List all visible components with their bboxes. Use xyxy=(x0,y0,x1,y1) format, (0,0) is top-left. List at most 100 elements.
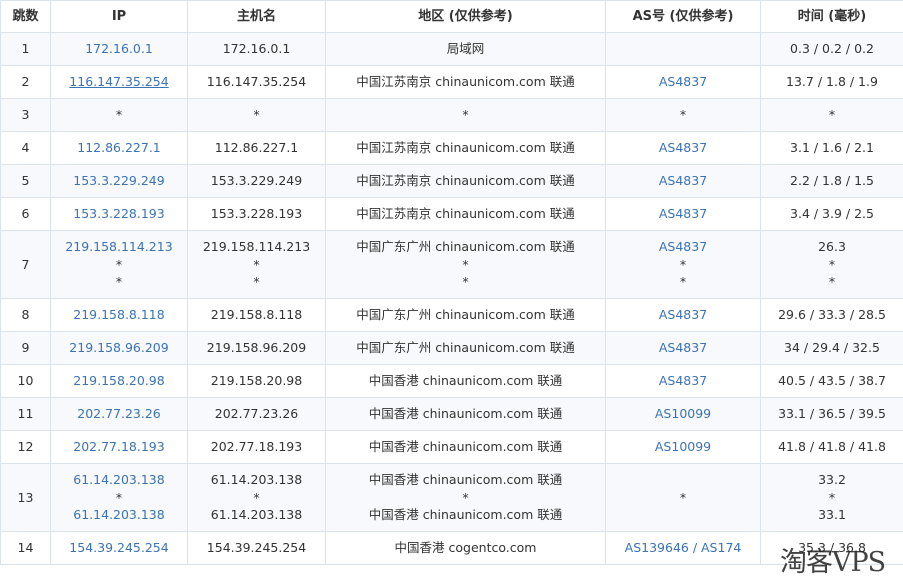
region-cell: 中国香港 chinaunicom.com 联通 xyxy=(326,398,606,431)
hostname-line: * xyxy=(190,256,323,274)
time-cell-multi: 33.2 * 33.1 xyxy=(761,464,903,532)
hop-cell: 9 xyxy=(1,332,51,365)
region-cell: 中国江苏南京 chinaunicom.com 联通 xyxy=(326,66,606,99)
region-cell: * xyxy=(326,99,606,132)
hop-cell: 8 xyxy=(1,299,51,332)
asn-link[interactable]: AS4837 xyxy=(606,299,761,332)
ip-link[interactable]: 61.14.203.138 xyxy=(53,506,185,524)
hop-cell: 11 xyxy=(1,398,51,431)
asn-link[interactable]: AS10099 xyxy=(606,431,761,464)
time-line: 33.2 xyxy=(763,471,901,489)
hostname-cell: 116.147.35.254 xyxy=(188,66,326,99)
time-line: * xyxy=(763,489,901,507)
asn-link[interactable]: AS4837 xyxy=(606,365,761,398)
ip-link[interactable]: 219.158.96.209 xyxy=(51,332,188,365)
asn-link[interactable]: AS4837 xyxy=(606,132,761,165)
asn-link[interactable]: AS4837 xyxy=(606,332,761,365)
asn-link[interactable]: AS4837 xyxy=(608,238,758,256)
table-row: 13 61.14.203.138 * 61.14.203.138 61.14.2… xyxy=(1,464,903,532)
ip-link[interactable]: 154.39.245.254 xyxy=(51,532,188,565)
table-row: 14 154.39.245.254 154.39.245.254 中国香港 co… xyxy=(1,532,903,565)
table-header-row: 跳数 IP 主机名 地区 (仅供参考) AS号 (仅供参考) 时间 (毫秒) xyxy=(1,1,903,33)
region-cell: 中国江苏南京 chinaunicom.com 联通 xyxy=(326,132,606,165)
table-row: 4 112.86.227.1 112.86.227.1 中国江苏南京 china… xyxy=(1,132,903,165)
hostname-cell: 154.39.245.254 xyxy=(188,532,326,565)
time-cell: 29.6 / 33.3 / 28.5 xyxy=(761,299,903,332)
region-cell: 中国香港 chinaunicom.com 联通 xyxy=(326,431,606,464)
asn-cell xyxy=(606,33,761,66)
asn-link[interactable]: AS139646 / AS174 xyxy=(606,532,761,565)
hostname-line: 61.14.203.138 xyxy=(190,506,323,524)
hop-cell: 5 xyxy=(1,165,51,198)
ip-cell-multi: 61.14.203.138 * 61.14.203.138 xyxy=(51,464,188,532)
asn-link[interactable]: AS4837 xyxy=(606,198,761,231)
region-line: * xyxy=(328,256,603,274)
header-hostname: 主机名 xyxy=(188,1,326,33)
hostname-cell: 172.16.0.1 xyxy=(188,33,326,66)
time-cell: 33.1 / 36.5 / 39.5 xyxy=(761,398,903,431)
hostname-cell-multi: 219.158.114.213 * * xyxy=(188,231,326,299)
asn-cell-multi: * xyxy=(606,464,761,532)
region-line: 中国香港 chinaunicom.com 联通 xyxy=(328,471,603,489)
table-row: 10 219.158.20.98 219.158.20.98 中国香港 chin… xyxy=(1,365,903,398)
hostname-cell: 219.158.20.98 xyxy=(188,365,326,398)
ip-link[interactable]: 202.77.23.26 xyxy=(51,398,188,431)
ip-line: * xyxy=(53,273,185,291)
hop-cell: 10 xyxy=(1,365,51,398)
asn-link[interactable]: AS4837 xyxy=(606,66,761,99)
time-cell: 2.2 / 1.8 / 1.5 xyxy=(761,165,903,198)
hostname-cell: 112.86.227.1 xyxy=(188,132,326,165)
hostname-line: 219.158.114.213 xyxy=(190,238,323,256)
asn-line: * xyxy=(608,256,758,274)
hop-cell: 6 xyxy=(1,198,51,231)
ip-link[interactable]: 116.147.35.254 xyxy=(51,66,188,99)
time-cell: 41.8 / 41.8 / 41.8 xyxy=(761,431,903,464)
ip-link[interactable]: 153.3.228.193 xyxy=(51,198,188,231)
hop-cell: 4 xyxy=(1,132,51,165)
ip-link[interactable]: 219.158.20.98 xyxy=(51,365,188,398)
ip-link[interactable]: 219.158.8.118 xyxy=(51,299,188,332)
ip-line: * xyxy=(53,489,185,507)
region-cell-multi: 中国香港 chinaunicom.com 联通 * 中国香港 chinaunic… xyxy=(326,464,606,532)
asn-line: * xyxy=(608,273,758,291)
hop-cell: 13 xyxy=(1,464,51,532)
hostname-line: 61.14.203.138 xyxy=(190,471,323,489)
hostname-cell: 153.3.228.193 xyxy=(188,198,326,231)
ip-link[interactable]: 219.158.114.213 xyxy=(53,238,185,256)
table-row: 6 153.3.228.193 153.3.228.193 中国江苏南京 chi… xyxy=(1,198,903,231)
region-cell: 中国香港 chinaunicom.com 联通 xyxy=(326,365,606,398)
traceroute-table: 跳数 IP 主机名 地区 (仅供参考) AS号 (仅供参考) 时间 (毫秒) 1… xyxy=(0,0,903,565)
time-line: * xyxy=(763,273,901,291)
ip-link[interactable]: 172.16.0.1 xyxy=(51,33,188,66)
header-time: 时间 (毫秒) xyxy=(761,1,903,33)
table-row: 3 * * * * * xyxy=(1,99,903,132)
ip-link[interactable]: 202.77.18.193 xyxy=(51,431,188,464)
region-cell: 中国江苏南京 chinaunicom.com 联通 xyxy=(326,198,606,231)
asn-cell-multi: AS4837 * * xyxy=(606,231,761,299)
hop-cell: 7 xyxy=(1,231,51,299)
header-ip: IP xyxy=(51,1,188,33)
time-cell: 3.1 / 1.6 / 2.1 xyxy=(761,132,903,165)
ip-link[interactable]: 112.86.227.1 xyxy=(51,132,188,165)
ip-cell: * xyxy=(51,99,188,132)
region-cell-multi: 中国广东广州 chinaunicom.com 联通 * * xyxy=(326,231,606,299)
hostname-line: * xyxy=(190,273,323,291)
table-row: 1 172.16.0.1 172.16.0.1 局域网 0.3 / 0.2 / … xyxy=(1,33,903,66)
hop-cell: 2 xyxy=(1,66,51,99)
header-hop: 跳数 xyxy=(1,1,51,33)
time-line: 26.3 xyxy=(763,238,901,256)
time-cell-multi: 26.3 * * xyxy=(761,231,903,299)
hostname-cell-multi: 61.14.203.138 * 61.14.203.138 xyxy=(188,464,326,532)
region-cell: 中国广东广州 chinaunicom.com 联通 xyxy=(326,332,606,365)
time-cell: 0.3 / 0.2 / 0.2 xyxy=(761,33,903,66)
asn-link[interactable]: AS4837 xyxy=(606,165,761,198)
region-cell: 中国香港 cogentco.com xyxy=(326,532,606,565)
hostname-cell: 202.77.18.193 xyxy=(188,431,326,464)
asn-link[interactable]: AS10099 xyxy=(606,398,761,431)
hop-cell: 3 xyxy=(1,99,51,132)
table-row: 5 153.3.229.249 153.3.229.249 中国江苏南京 chi… xyxy=(1,165,903,198)
time-cell: 34 / 29.4 / 32.5 xyxy=(761,332,903,365)
ip-link[interactable]: 153.3.229.249 xyxy=(51,165,188,198)
ip-link[interactable]: 61.14.203.138 xyxy=(53,471,185,489)
region-cell: 中国广东广州 chinaunicom.com 联通 xyxy=(326,299,606,332)
